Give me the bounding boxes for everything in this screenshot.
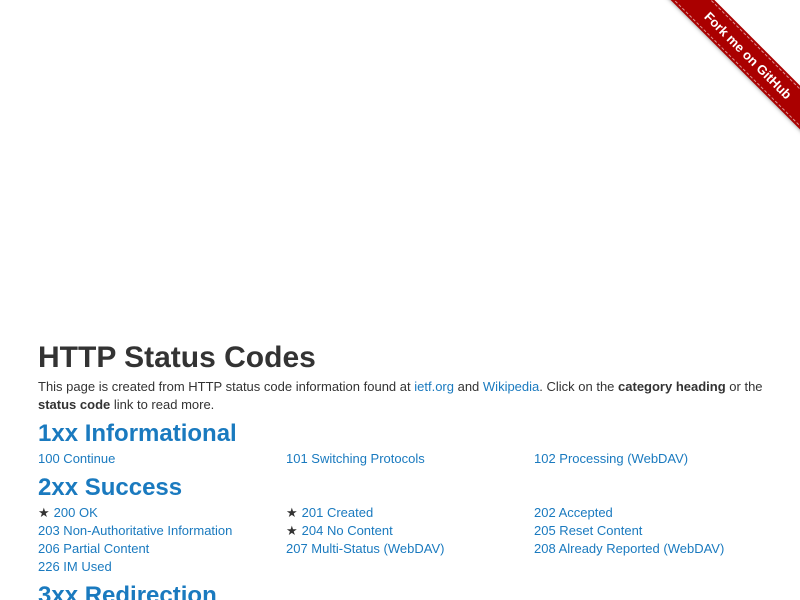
intro-middle: . Click on the bbox=[539, 379, 619, 394]
status-code-link[interactable]: 201 Created bbox=[302, 505, 374, 520]
category-heading-link[interactable]: 3xx Redirection bbox=[38, 582, 217, 600]
fork-on-github-ribbon[interactable]: Fork me on GitHub bbox=[666, 0, 800, 148]
status-code-item: 101 Switching Protocols bbox=[286, 450, 534, 468]
status-code-link[interactable]: 205 Reset Content bbox=[534, 523, 642, 538]
page: Fork me on GitHub HTTP Status Codes This… bbox=[0, 0, 800, 600]
status-code-item: 203 Non-Authoritative Information bbox=[38, 522, 286, 540]
status-code-link[interactable]: 226 IM Used bbox=[38, 559, 112, 574]
status-code-link[interactable]: 203 Non-Authoritative Information bbox=[38, 523, 232, 538]
page-title: HTTP Status Codes bbox=[38, 341, 316, 374]
ietf-link[interactable]: ietf.org bbox=[414, 379, 454, 394]
status-code-item: 100 Continue bbox=[38, 450, 286, 468]
status-code-link[interactable]: 206 Partial Content bbox=[38, 541, 149, 556]
status-code-link[interactable]: 100 Continue bbox=[38, 451, 115, 466]
status-code-link[interactable]: 101 Switching Protocols bbox=[286, 451, 425, 466]
status-code-link[interactable]: 200 OK bbox=[54, 505, 98, 520]
status-code-item: 202 Accepted bbox=[534, 504, 778, 522]
category-heading: 3xx Redirection bbox=[38, 580, 778, 600]
status-code-item: ★ 201 Created bbox=[286, 504, 534, 522]
category-heading-link[interactable]: 1xx Informational bbox=[38, 420, 237, 447]
status-code-link[interactable]: 207 Multi-Status (WebDAV) bbox=[286, 541, 444, 556]
status-code-link[interactable]: 204 No Content bbox=[302, 523, 393, 538]
intro-prefix: This page is created from HTTP status co… bbox=[38, 379, 415, 394]
intro-or: or the bbox=[725, 379, 763, 394]
category-heading: 1xx Informational bbox=[38, 418, 778, 450]
status-code-item: 102 Processing (WebDAV) bbox=[534, 450, 778, 468]
category-heading-link[interactable]: 2xx Success bbox=[38, 474, 182, 501]
fork-ribbon-container: Fork me on GitHub bbox=[650, 0, 800, 150]
wikipedia-link[interactable]: Wikipedia bbox=[483, 379, 539, 394]
categories-list: 1xx Informational 100 Continue 101 Switchi… bbox=[38, 418, 778, 600]
status-code-link[interactable]: 208 Already Reported (WebDAV) bbox=[534, 541, 724, 556]
status-code-item: 205 Reset Content bbox=[534, 522, 778, 540]
intro-paragraph: This page is created from HTTP status co… bbox=[38, 378, 778, 414]
intro-bold-category-heading: category heading bbox=[618, 379, 726, 394]
status-code-item: 208 Already Reported (WebDAV) bbox=[534, 540, 778, 558]
star-icon: ★ bbox=[286, 505, 298, 520]
intro-suffix: link to read more. bbox=[110, 397, 215, 412]
main-content: HTTP Status Codes This page is created f… bbox=[38, 338, 778, 600]
status-code-grid: ★ 200 OK ★ 201 Created 202 Accepted 203 Non-A… bbox=[38, 504, 778, 576]
status-code-link[interactable]: 102 Processing (WebDAV) bbox=[534, 451, 688, 466]
status-code-item: 226 IM Used bbox=[38, 558, 286, 576]
status-code-grid: 100 Continue 101 Switching Protocols 102 P… bbox=[38, 450, 778, 468]
status-code-item: ★ 204 No Content bbox=[286, 522, 534, 540]
status-code-item: ★ 200 OK bbox=[38, 504, 286, 522]
status-code-item: 206 Partial Content bbox=[38, 540, 286, 558]
status-code-item: 207 Multi-Status (WebDAV) bbox=[286, 540, 534, 558]
category-heading: 2xx Success bbox=[38, 472, 778, 504]
star-icon: ★ bbox=[38, 505, 50, 520]
status-code-link[interactable]: 202 Accepted bbox=[534, 505, 613, 520]
intro-bold-status-code: status code bbox=[38, 397, 111, 412]
intro-and: and bbox=[453, 379, 483, 394]
star-icon: ★ bbox=[286, 523, 298, 538]
